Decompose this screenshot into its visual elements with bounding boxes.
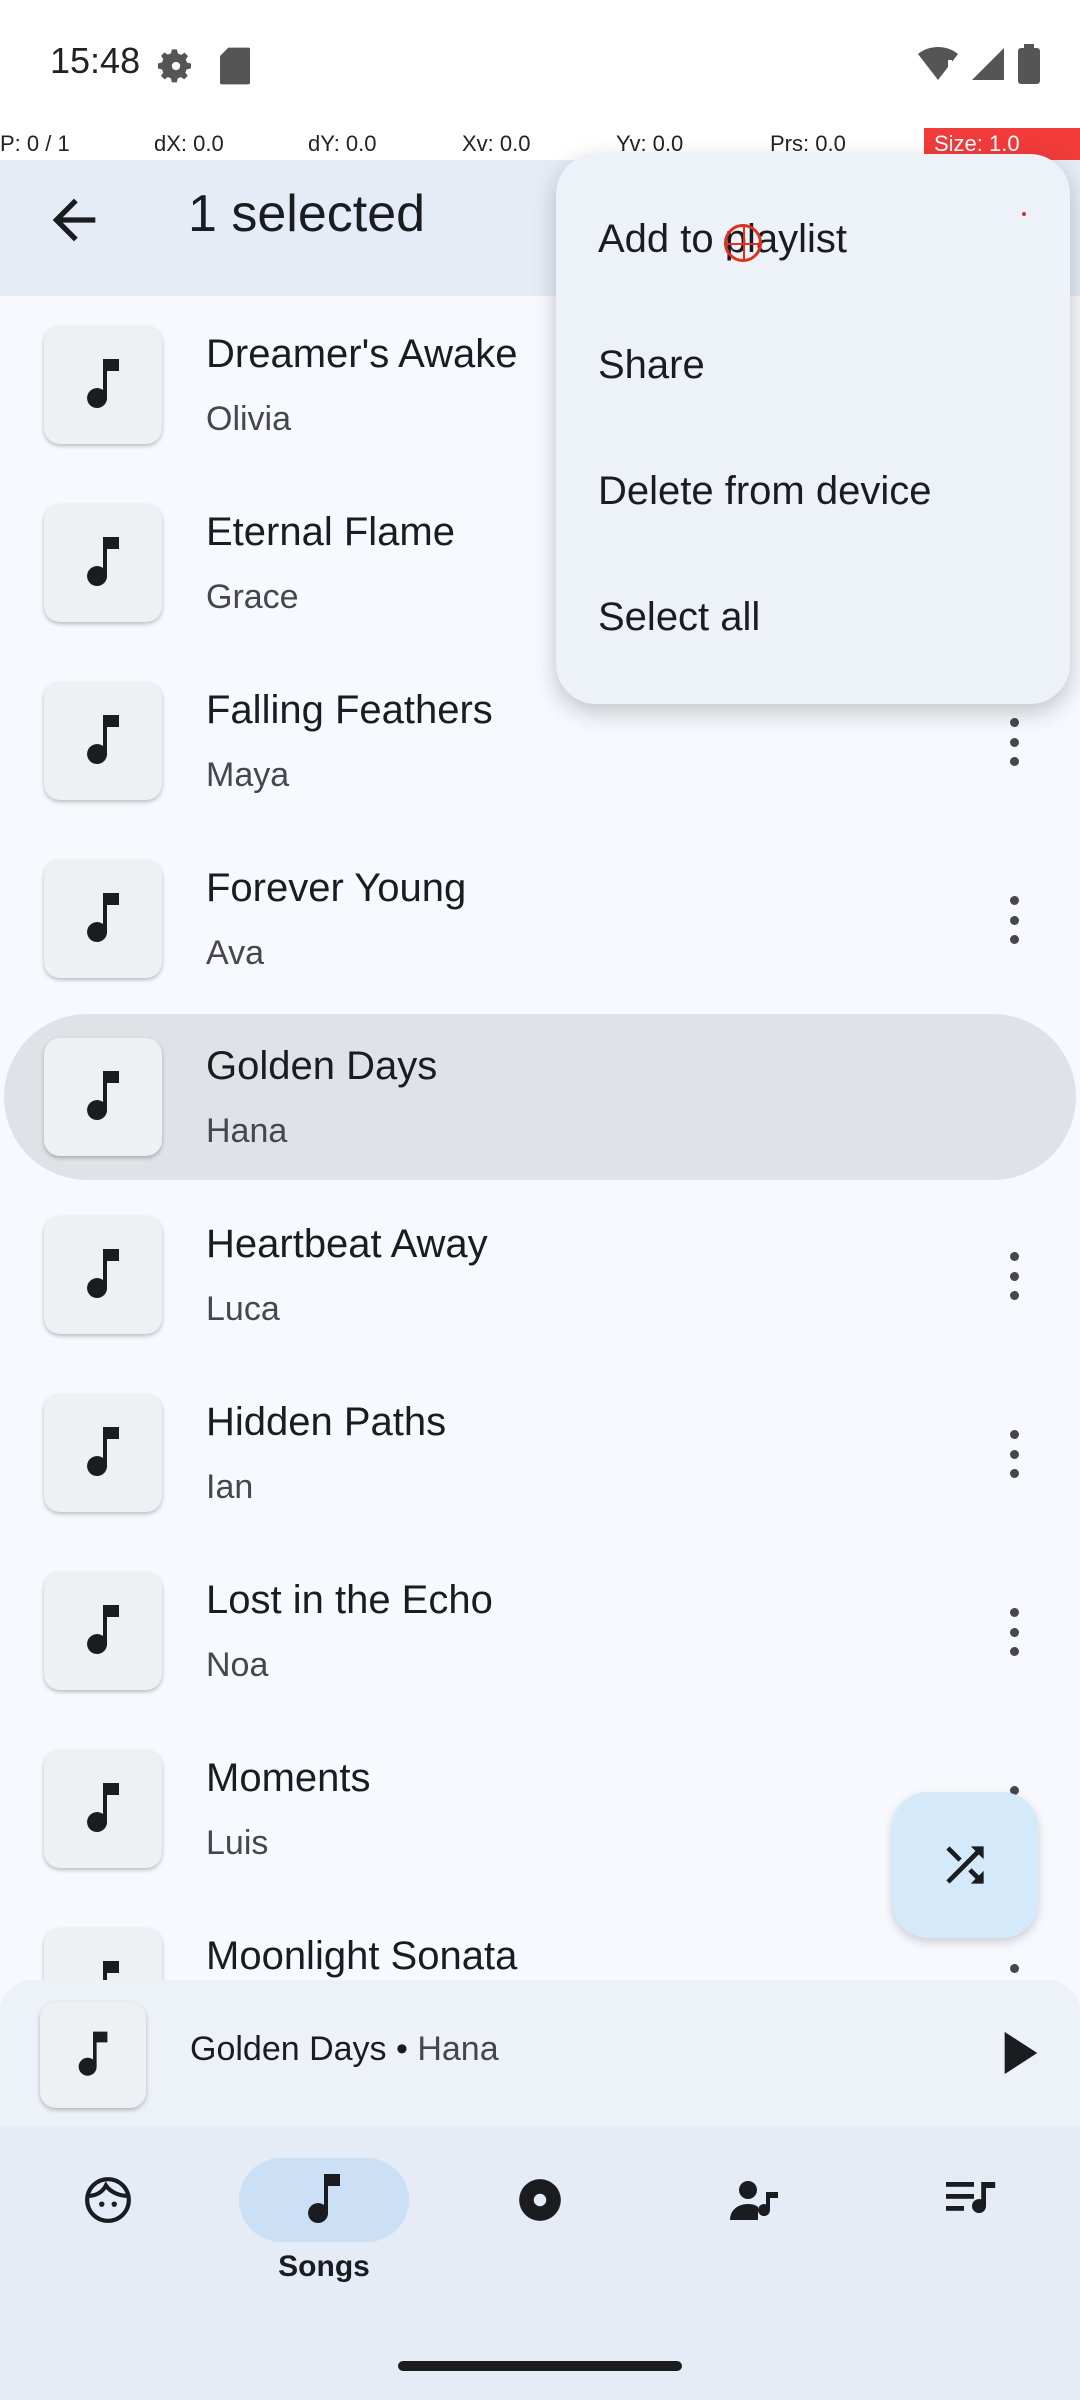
face-icon [85, 2177, 131, 2223]
song-artist: Ian [206, 1468, 254, 1506]
music-note-icon [44, 860, 162, 978]
nav-songs[interactable]: Songs [216, 2158, 432, 2298]
artist-icon [730, 2181, 778, 2220]
battery-icon [1018, 44, 1040, 84]
music-note-icon [44, 504, 162, 622]
signal-icon [972, 48, 1004, 80]
debug-dy: dY: 0.0 [308, 131, 377, 156]
song-title: Hidden Paths [206, 1400, 447, 1444]
music-note-icon [44, 1394, 162, 1512]
nav-artists[interactable] [648, 2158, 864, 2298]
wifi-icon [918, 46, 958, 80]
more-options-icon[interactable] [994, 888, 1034, 952]
song-row[interactable]: Hidden Paths Ian [0, 1364, 1080, 1542]
touch-pointer-indicator [724, 224, 762, 262]
now-playing-title: Golden Days [190, 2030, 387, 2068]
shuffle-button[interactable] [892, 1792, 1038, 1938]
song-artist: Luis [206, 1824, 269, 1862]
song-title: Heartbeat Away [206, 1222, 488, 1266]
song-title: Lost in the Echo [206, 1578, 493, 1622]
status-bar: 15:48 [0, 0, 1080, 128]
nav-for-you[interactable] [0, 2158, 216, 2298]
music-note-icon [44, 682, 162, 800]
music-note-icon [44, 1928, 162, 1980]
song-title: Eternal Flame [206, 510, 455, 554]
pointer-trace-dot [1022, 212, 1026, 216]
playlist-icon [946, 2182, 996, 2214]
back-arrow-icon[interactable] [42, 188, 106, 252]
now-playing-text: Golden Days • Hana [190, 2030, 499, 2069]
song-artist: Noa [206, 1646, 269, 1684]
settings-gear-icon [158, 49, 191, 83]
music-note-icon [44, 1038, 162, 1156]
now-playing-artist: Hana [417, 2030, 499, 2068]
nav-playlists[interactable] [864, 2158, 1080, 2298]
more-options-icon[interactable] [994, 1956, 1034, 1980]
page-title: 1 selected [188, 185, 426, 243]
song-artist: Luca [206, 1290, 280, 1328]
song-title: Falling Feathers [206, 688, 493, 732]
shuffle-icon [946, 1846, 984, 1884]
overflow-menu: Add to playlist Share Delete from device… [556, 154, 1070, 704]
song-artist: Ava [206, 934, 264, 972]
music-note-icon [44, 1572, 162, 1690]
music-note-icon [44, 1750, 162, 1868]
sd-card-icon [220, 47, 250, 85]
song-row[interactable]: Lost in the Echo Noa [0, 1542, 1080, 1720]
song-artist: Grace [206, 578, 299, 616]
now-playing-bar[interactable]: Golden Days • Hana [0, 1980, 1080, 2126]
bottom-navigation: Songs [0, 2126, 1080, 2400]
menu-select-all[interactable]: Select all [556, 554, 1070, 680]
more-options-icon[interactable] [994, 710, 1034, 774]
gesture-handle[interactable] [398, 2361, 682, 2371]
menu-delete-from-device[interactable]: Delete from device [556, 428, 1070, 554]
album-icon [519, 2179, 561, 2221]
more-options-icon[interactable] [994, 1422, 1034, 1486]
song-row[interactable]: Forever Young Ava [0, 830, 1080, 1008]
status-time: 15:48 [50, 40, 141, 81]
debug-dx: dX: 0.0 [154, 131, 224, 156]
debug-xv: Xv: 0.0 [462, 131, 531, 156]
song-row[interactable]: Heartbeat Away Luca [0, 1186, 1080, 1364]
music-note-icon [44, 326, 162, 444]
more-options-icon[interactable] [994, 1244, 1034, 1308]
nav-albums[interactable] [432, 2158, 648, 2298]
more-options-icon[interactable] [994, 1600, 1034, 1664]
song-title: Moments [206, 1756, 371, 1800]
song-artist: Olivia [206, 400, 292, 438]
song-artist: Hana [206, 1112, 288, 1150]
menu-add-to-playlist[interactable]: Add to playlist [556, 176, 1070, 302]
song-artist: Maya [206, 756, 290, 794]
nav-label-songs: Songs [278, 2250, 370, 2283]
music-note-icon [44, 1216, 162, 1334]
song-title: Forever Young [206, 866, 467, 910]
song-title: Moonlight Sonata [206, 1934, 518, 1978]
debug-pointer: P: 0 / 1 [0, 131, 70, 156]
song-row-selected[interactable]: Golden Days Hana [4, 1014, 1076, 1180]
menu-share[interactable]: Share [556, 302, 1070, 428]
play-icon[interactable] [1000, 2030, 1040, 2076]
music-note-icon [308, 2174, 340, 2224]
now-playing-separator: • [386, 2030, 418, 2068]
song-title: Golden Days [206, 1044, 438, 1088]
music-note-icon [40, 2002, 146, 2108]
song-title: Dreamer's Awake [206, 332, 518, 376]
